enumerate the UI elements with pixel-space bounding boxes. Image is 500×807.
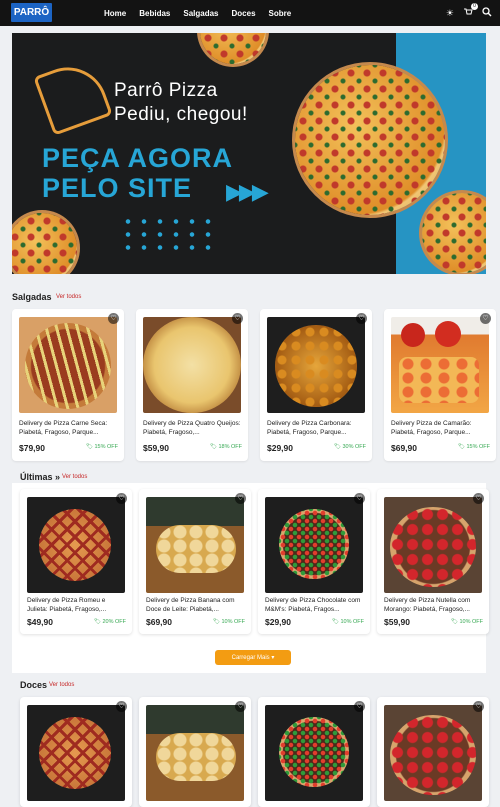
product-image: [146, 497, 244, 593]
favorite-heart-icon[interactable]: ♡: [354, 493, 365, 504]
product-card[interactable]: ♡ Delivery de Pizza Quatro Queijos: Piab…: [136, 309, 248, 461]
product-image: [27, 497, 125, 593]
discount-badge: 🏷 10% OFF: [212, 619, 245, 625]
nav-link-salgadas[interactable]: Salgadas: [183, 9, 218, 18]
nav-link-home[interactable]: Home: [104, 9, 126, 18]
product-price: $69,90: [146, 617, 172, 627]
product-card[interactable]: ♡ Delivery Pizza de Camarão: Piabetá, Fr…: [384, 309, 496, 461]
cart-icon[interactable]: 0: [463, 3, 478, 19]
product-name: Delivery Pizza de Camarão: Piabetá, Frag…: [391, 420, 472, 436]
product-card[interactable]: ♡: [377, 697, 489, 807]
product-image: [384, 497, 482, 593]
discount-badge: 🏷 20% OFF: [93, 619, 126, 625]
main-menu: Home Bebidas Salgadas Doces Sobre: [104, 0, 304, 26]
product-card[interactable]: ♡: [139, 697, 251, 807]
load-more-button[interactable]: Carregar Mais ▾: [215, 650, 291, 665]
product-card[interactable]: ♡: [258, 697, 370, 807]
hero-tagline: Pediu, chegou!: [114, 104, 248, 125]
product-card[interactable]: ♡ Delivery de Pizza Banana com Doce de L…: [139, 489, 251, 634]
product-image: [384, 705, 482, 801]
product-image: [267, 317, 365, 413]
top-navbar: PARRÔ Home Bebidas Salgadas Doces Sobre …: [0, 0, 500, 26]
favorite-heart-icon[interactable]: ♡: [235, 701, 246, 712]
product-price: $69,90: [391, 443, 417, 453]
hero-banner[interactable]: Parrô Pizza Pediu, chegou! PEÇA AGORA PE…: [12, 33, 486, 274]
hero-arrows-icon: ▶▶▶: [226, 179, 269, 204]
favorite-heart-icon[interactable]: ♡: [108, 313, 119, 324]
product-name: Delivery de Pizza Carbonara: Piabetá, Fr…: [267, 420, 352, 436]
favorite-heart-icon[interactable]: ♡: [116, 701, 127, 712]
discount-badge: 🏷 15% OFF: [85, 444, 118, 450]
product-name: Delivery de Pizza Quatro Queijos: Piabet…: [143, 420, 241, 436]
hero-brand-title: Parrô Pizza: [114, 80, 218, 101]
product-name: Delivery de Pizza Romeu e Julieta: Piabe…: [27, 597, 107, 613]
section-title-ultimas: Últimas »: [20, 472, 61, 482]
product-card[interactable]: ♡ Delivery de Pizza Carne Seca: Piabetá,…: [12, 309, 124, 461]
product-card[interactable]: ♡: [20, 697, 132, 807]
product-image: [391, 317, 489, 413]
favorite-heart-icon[interactable]: ♡: [235, 493, 246, 504]
product-image: [265, 705, 363, 801]
favorite-heart-icon[interactable]: ♡: [473, 701, 484, 712]
product-price: $79,90: [19, 443, 45, 453]
cart-count-badge: 0: [471, 3, 478, 10]
product-price: $59,90: [384, 617, 410, 627]
hero-pizza-bottom-left: [12, 213, 77, 274]
favorite-heart-icon[interactable]: ♡: [116, 493, 127, 504]
hero-cta-line1: PEÇA AGORA: [42, 143, 234, 173]
product-name: Delivery de Pizza Chocolate com M&M's: P…: [265, 597, 361, 613]
product-card[interactable]: ♡ Delivery de Pizza Carbonara: Piabetá, …: [260, 309, 372, 461]
favorite-heart-icon[interactable]: ♡: [480, 313, 491, 324]
product-card[interactable]: ♡ Delivery de Pizza Chocolate com M&M's:…: [258, 489, 370, 634]
hero-pizza-top: [200, 33, 266, 64]
product-image: [19, 317, 117, 413]
product-image: [27, 705, 125, 801]
hero-cta-line2: PELO SITE: [42, 173, 193, 203]
product-card[interactable]: ♡ Delivery de Pizza Nutella com Morango:…: [377, 489, 489, 634]
pizza-slice-icon: [33, 56, 113, 136]
product-image: [143, 317, 241, 413]
nav-link-bebidas[interactable]: Bebidas: [139, 9, 170, 18]
product-name: Delivery de Pizza Nutella com Morango: P…: [384, 597, 471, 613]
see-all-ultimas-link[interactable]: Ver todos: [62, 474, 87, 480]
discount-badge: 🏷 10% OFF: [331, 619, 364, 625]
product-price: $29,90: [267, 443, 293, 453]
discount-badge: 🏷 15% OFF: [457, 444, 490, 450]
hero-pizza-large: [295, 65, 445, 215]
favorite-heart-icon[interactable]: ♡: [473, 493, 484, 504]
product-name: Delivery de Pizza Carne Seca: Piabetá, F…: [19, 420, 108, 436]
see-all-doces-link[interactable]: Ver todos: [49, 682, 74, 688]
product-price: $29,90: [265, 617, 291, 627]
favorite-heart-icon[interactable]: ♡: [356, 313, 367, 324]
product-name: Delivery de Pizza Banana com Doce de Lei…: [146, 597, 235, 613]
brand-logo[interactable]: PARRÔ: [11, 3, 52, 22]
theme-toggle-icon[interactable]: ☀: [446, 8, 454, 19]
product-price: $59,90: [143, 443, 169, 453]
discount-badge: 🏷 30% OFF: [333, 444, 366, 450]
search-icon[interactable]: [482, 7, 492, 19]
favorite-heart-icon[interactable]: ♡: [232, 313, 243, 324]
discount-badge: 🏷 18% OFF: [209, 444, 242, 450]
favorite-heart-icon[interactable]: ♡: [354, 701, 365, 712]
nav-actions: ☀ 0: [446, 0, 492, 26]
discount-badge: 🏷 10% OFF: [450, 619, 483, 625]
see-all-salgadas-link[interactable]: Ver todos: [56, 294, 81, 300]
hero-dot-pattern: [120, 215, 220, 253]
product-image: [265, 497, 363, 593]
product-card[interactable]: ♡ Delivery de Pizza Romeu e Julieta: Pia…: [20, 489, 132, 634]
product-price: $49,90: [27, 617, 53, 627]
section-title-salgadas: Salgadas: [12, 292, 52, 302]
product-image: [146, 705, 244, 801]
nav-link-doces[interactable]: Doces: [232, 9, 256, 18]
section-title-doces: Doces: [20, 680, 48, 690]
nav-link-sobre[interactable]: Sobre: [269, 9, 292, 18]
